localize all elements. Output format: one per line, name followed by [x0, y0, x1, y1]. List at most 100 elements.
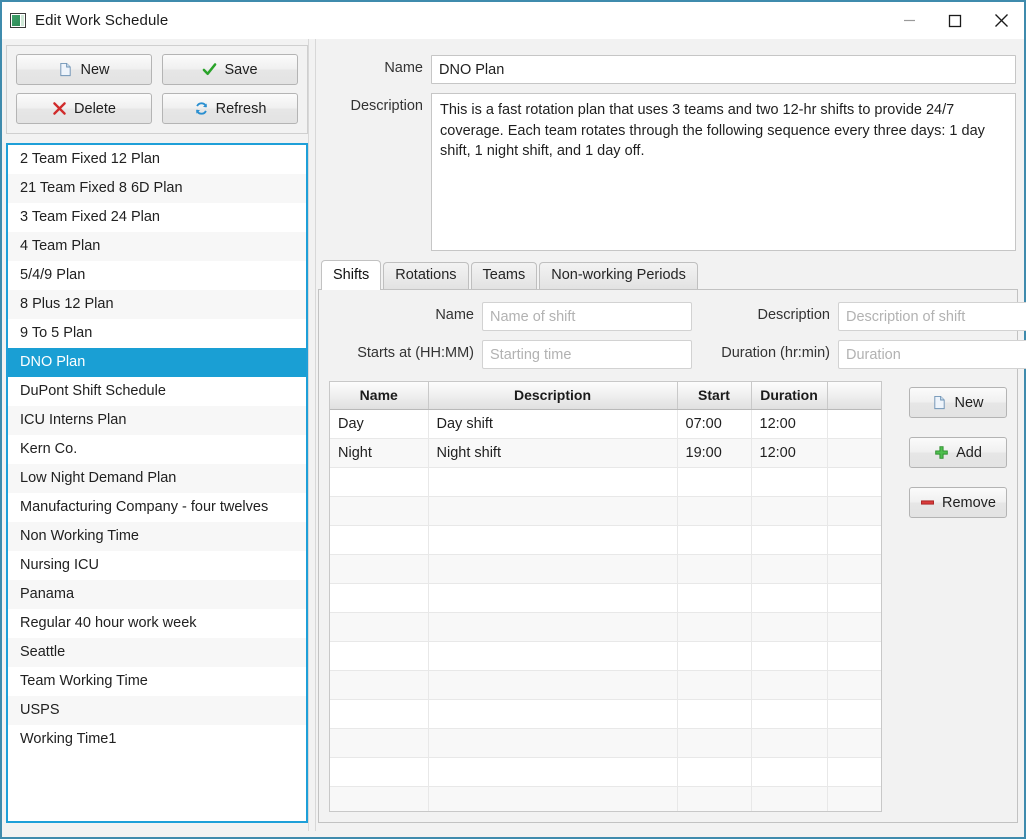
table-cell-empty [428, 525, 678, 555]
table-row[interactable]: Night Night shift 19:00 12:00 [330, 438, 881, 468]
table-cell-empty [330, 525, 429, 555]
table-row-empty[interactable] [330, 699, 881, 729]
table-cell-empty [428, 786, 678, 811]
table-cell-empty [751, 554, 828, 584]
remove-shift-button[interactable]: Remove [909, 487, 1007, 518]
table-cell-empty [677, 670, 752, 700]
plan-list-item[interactable]: Regular 40 hour work week [8, 609, 306, 638]
new-plan-button[interactable]: New [16, 54, 152, 85]
table-cell-empty [330, 612, 429, 642]
minimize-button[interactable] [886, 2, 932, 39]
plan-list-item[interactable]: Low Night Demand Plan [8, 464, 306, 493]
table-cell-empty [677, 699, 752, 729]
table-row-empty[interactable] [330, 554, 881, 584]
plan-list-item[interactable]: USPS [8, 696, 306, 725]
table-row-empty[interactable] [330, 670, 881, 700]
shift-name-input[interactable] [482, 302, 692, 331]
save-plan-button[interactable]: Save [162, 54, 298, 85]
pane-splitter[interactable] [308, 39, 316, 831]
table-cell-empty [827, 496, 881, 526]
column-header[interactable]: Duration [751, 382, 828, 410]
table-cell-empty [827, 467, 881, 497]
plan-list-item[interactable]: Seattle [8, 638, 306, 667]
shift-name-label: Name [435, 307, 474, 323]
shift-table-container[interactable]: Name Description Start Duration Day Day shif… [329, 381, 882, 812]
column-header[interactable]: Name [330, 382, 429, 410]
table-cell-extra [827, 409, 881, 439]
new-document-icon [60, 62, 72, 77]
green-plus-icon [935, 446, 948, 459]
column-header[interactable] [827, 382, 881, 410]
plan-list-item[interactable]: Kern Co. [8, 435, 306, 464]
plan-list-item[interactable]: Non Working Time [8, 522, 306, 551]
plan-list-item[interactable]: Nursing ICU [8, 551, 306, 580]
table-cell-empty [428, 699, 678, 729]
plan-list-item[interactable]: Manufacturing Company - four twelves [8, 493, 306, 522]
plan-list-item[interactable]: ICU Interns Plan [8, 406, 306, 435]
table-cell-empty [751, 496, 828, 526]
shift-starts-at-label: Starts at (HH:MM) [357, 345, 474, 361]
table-cell-empty [827, 554, 881, 584]
red-x-icon [53, 102, 66, 115]
table-row-empty[interactable] [330, 496, 881, 526]
delete-plan-button[interactable]: Delete [16, 93, 152, 124]
table-row-empty[interactable] [330, 612, 881, 642]
edit-work-schedule-window: Edit Work Schedule New Save Delete Refre… [0, 0, 1026, 839]
status-bar [2, 831, 1024, 837]
shift-description-label: Description [757, 307, 830, 323]
plan-list-item[interactable]: Team Working Time [8, 667, 306, 696]
table-row-empty[interactable] [330, 728, 881, 758]
close-button[interactable] [978, 2, 1024, 39]
new-shift-button[interactable]: New [909, 387, 1007, 418]
plan-list-item[interactable]: DuPont Shift Schedule [8, 377, 306, 406]
add-shift-button[interactable]: Add [909, 437, 1007, 468]
table-row-empty[interactable] [330, 786, 881, 811]
plan-name-input[interactable] [431, 55, 1016, 84]
plan-list-item[interactable]: 3 Team Fixed 24 Plan [8, 203, 306, 232]
plan-list-item[interactable]: DNO Plan [8, 348, 306, 377]
table-cell-duration: 12:00 [751, 438, 828, 468]
table-cell-empty [751, 757, 828, 787]
tab-teams[interactable]: Teams [470, 262, 538, 289]
table-cell-empty [751, 728, 828, 758]
tab-shifts[interactable]: Shifts [321, 260, 382, 290]
table-cell-empty [751, 583, 828, 613]
table-row-empty[interactable] [330, 641, 881, 671]
column-header[interactable]: Description [428, 382, 678, 410]
shift-starts-at-input[interactable] [482, 340, 692, 369]
plan-list-item[interactable]: 4 Team Plan [8, 232, 306, 261]
plan-list-item[interactable]: 2 Team Fixed 12 Plan [8, 145, 306, 174]
table-cell-empty [677, 612, 752, 642]
window-body: New Save Delete Refresh 2 Team Fixed 12 … [2, 39, 1026, 831]
tab-non-working-periods[interactable]: Non-working Periods [539, 262, 698, 289]
plan-description-label: Description [350, 98, 423, 114]
table-row[interactable]: Day Day shift 07:00 12:00 [330, 409, 881, 439]
plan-description-input[interactable] [431, 93, 1016, 251]
shift-duration-input[interactable] [838, 340, 1026, 369]
plan-list-item[interactable]: 21 Team Fixed 8 6D Plan [8, 174, 306, 203]
table-cell-empty [330, 496, 429, 526]
table-row-empty[interactable] [330, 525, 881, 555]
shift-description-input[interactable] [838, 302, 1026, 331]
column-header[interactable]: Start [677, 382, 752, 410]
plan-list-item[interactable]: Panama [8, 580, 306, 609]
plan-list-item[interactable]: 9 To 5 Plan [8, 319, 306, 348]
refresh-plan-button[interactable]: Refresh [162, 93, 298, 124]
maximize-button[interactable] [932, 2, 978, 39]
table-row-empty[interactable] [330, 583, 881, 613]
table-row-empty[interactable] [330, 757, 881, 787]
table-cell-empty [827, 612, 881, 642]
table-cell-empty [677, 583, 752, 613]
table-row-empty[interactable] [330, 467, 881, 497]
plan-list[interactable]: 2 Team Fixed 12 Plan 21 Team Fixed 8 6D P… [6, 143, 308, 823]
plan-list-item[interactable]: 8 Plus 12 Plan [8, 290, 306, 319]
red-minus-icon [921, 500, 934, 505]
plan-list-item[interactable]: Working Time1 [8, 725, 306, 754]
table-cell-empty [677, 641, 752, 671]
table-cell-empty [827, 641, 881, 671]
table-cell-empty [827, 699, 881, 729]
table-cell-empty [428, 554, 678, 584]
plan-list-item[interactable]: 5/4/9 Plan [8, 261, 306, 290]
table-cell-description: Night shift [428, 438, 678, 468]
tab-rotations[interactable]: Rotations [383, 262, 469, 289]
